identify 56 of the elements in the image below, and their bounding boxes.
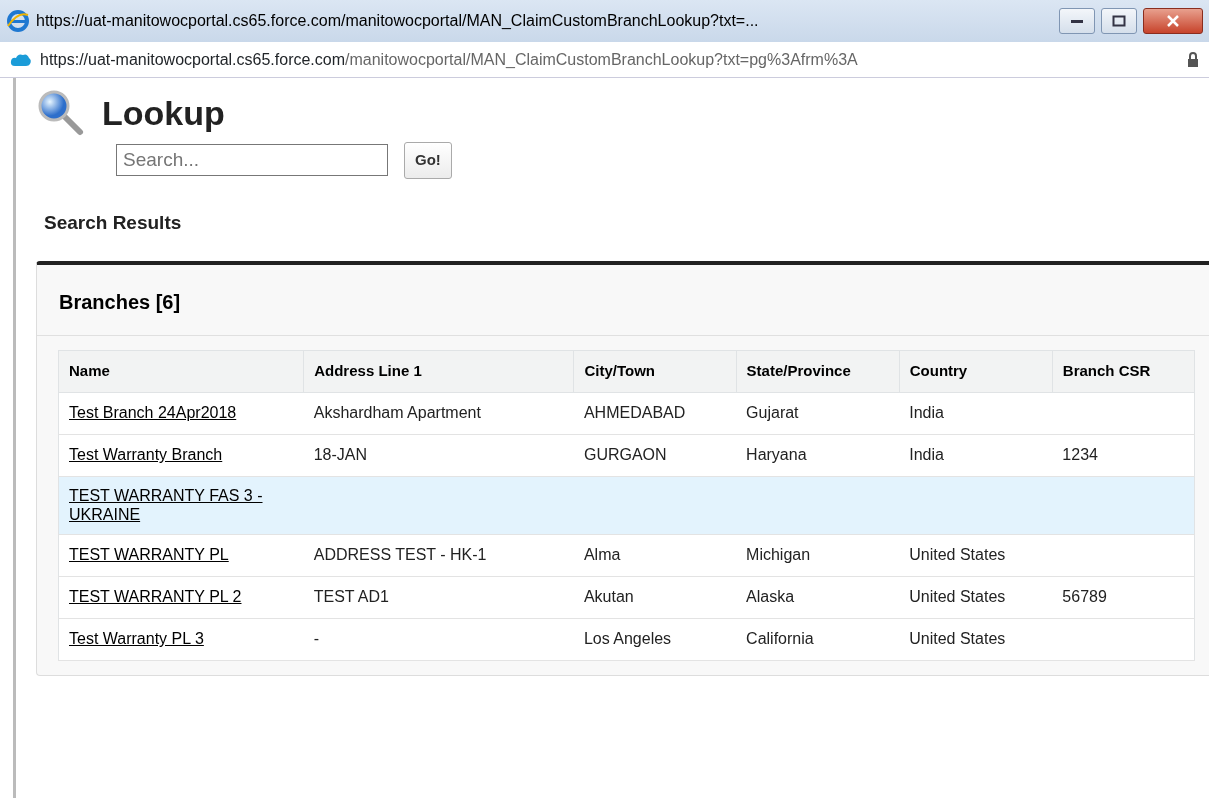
close-icon [1166, 15, 1180, 27]
table-cell: TEST AD1 [313, 588, 389, 606]
table-cell: Akutan [583, 588, 634, 606]
table-cell: Michigan [746, 546, 811, 564]
branch-link[interactable]: Test Branch 24Apr2018 [69, 403, 237, 423]
table-cell: ADDRESS TEST - HK-1 [313, 546, 487, 564]
column-header: State/Province [736, 350, 900, 392]
window-title: https://uat-manitowocportal.cs65.force.com/manitowocportal/MAN_ClaimCustomBranchLookup?txt=... [36, 11, 760, 31]
page-title: Lookup [102, 92, 225, 134]
table-cell: India [909, 404, 944, 422]
branch-link[interactable]: TEST WARRANTY PL [69, 545, 229, 565]
search-field[interactable]: Search... [116, 144, 388, 177]
table-cell: 18-JAN [313, 446, 368, 464]
cloud-icon [10, 52, 32, 67]
maximize-icon [1112, 15, 1126, 27]
column-header: Branch CSR [1052, 350, 1195, 392]
go-button[interactable]: Go! [404, 142, 452, 179]
branch-link[interactable]: TEST WARRANTY PL 2 [69, 587, 242, 607]
table-cell: - [313, 630, 320, 648]
table-row[interactable]: Test Branch 24Apr2018 Akshardham Apartment AHMEDABAD Gujarat India [58, 392, 1195, 434]
column-header: Name [58, 350, 304, 392]
minimize-icon [1070, 18, 1084, 24]
branch-link[interactable]: Test Warranty Branch [69, 445, 223, 465]
table-cell: California [746, 630, 814, 648]
magnifier-icon [36, 88, 86, 138]
maximize-button[interactable] [1101, 8, 1137, 34]
table-cell: United States [909, 588, 1006, 606]
column-header: City/Town [573, 350, 737, 392]
table-cell: Alma [583, 546, 621, 564]
table-cell: 1234 [1062, 446, 1098, 464]
column-header: Address Line 1 [303, 350, 574, 392]
close-button[interactable] [1143, 8, 1203, 34]
table-row[interactable]: Test Warranty PL 3 - Los Angeles California United States [58, 618, 1195, 660]
table-row[interactable]: TEST WARRANTY PL 2 TEST AD1 Akutan Alaska United States 56789 [58, 576, 1195, 618]
table-row[interactable]: TEST WARRANTY PL ADDRESS TEST - HK-1 Alma Michigan United States [58, 534, 1195, 576]
table-cell: United States [909, 546, 1006, 564]
table-row[interactable]: Test Warranty Branch 18-JAN GURGAON Haryana India 1234 [58, 434, 1195, 476]
table-cell: Los Angeles [583, 630, 672, 648]
table-cell: 56789 [1062, 588, 1107, 606]
table-cell: India [909, 446, 944, 464]
highlighted-row[interactable]: TEST WARRANTY FAS 3 - UKRAINE [58, 476, 1195, 534]
minimize-button[interactable] [1059, 8, 1095, 34]
table-cell: AHMEDABAD [583, 404, 686, 422]
panel-title: Branches [6] [37, 265, 1209, 336]
table-cell: United States [909, 630, 1006, 648]
table-cell: Haryana [746, 446, 807, 464]
lock-icon [1187, 51, 1199, 68]
table-cell: Gujarat [746, 404, 799, 422]
browser-icon [6, 9, 30, 33]
column-header: Country [899, 350, 1053, 392]
table-cell: GURGAON [583, 446, 667, 464]
results-heading: Search Results [44, 210, 183, 235]
address-url[interactable]: https://uat-manitowocportal.cs65.force.com/manitowocportal/MAN_ClaimCustomBranchLookup?txt=pg%3Afrm%3A [40, 47, 1179, 72]
branch-link[interactable]: Test Warranty PL 3 [69, 629, 204, 649]
table-cell: Akshardham Apartment [313, 404, 481, 422]
table-cell: Alaska [746, 588, 795, 606]
